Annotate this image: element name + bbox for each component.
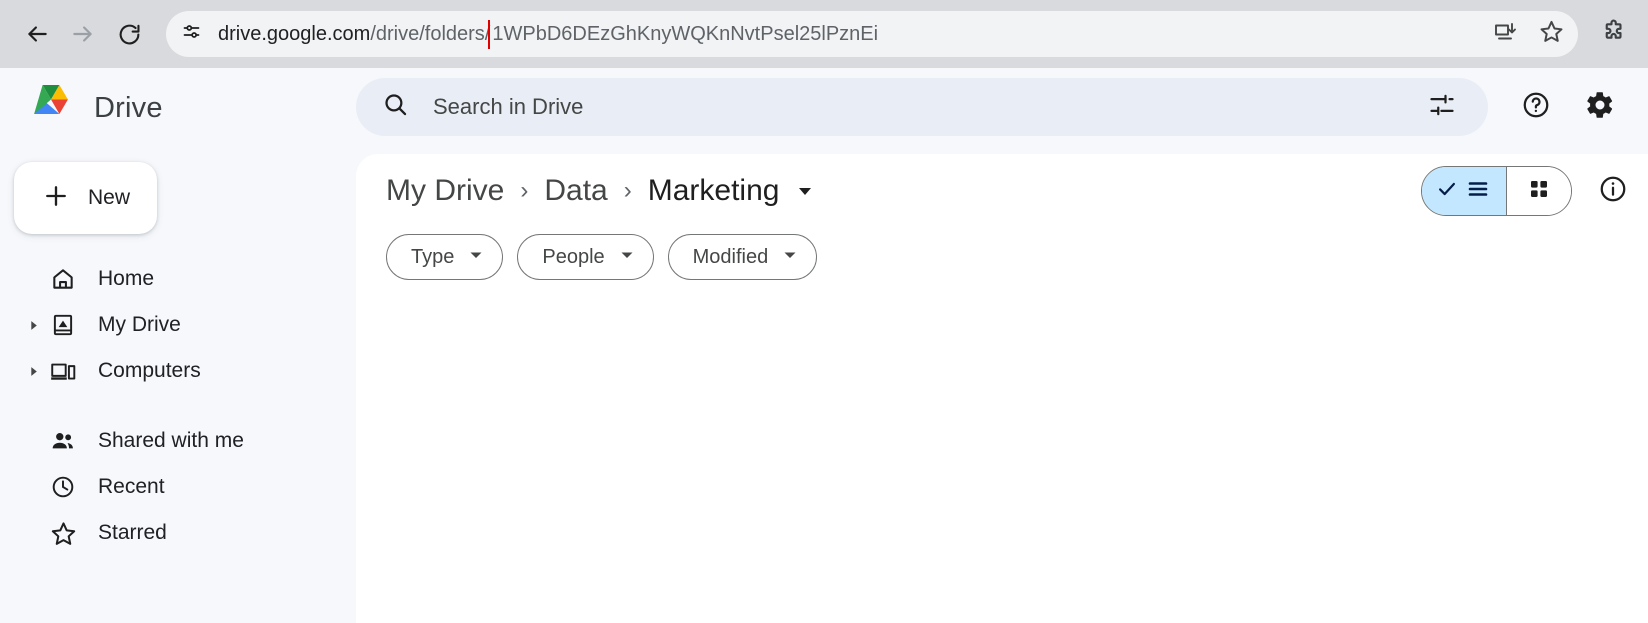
header-actions [1510,81,1626,133]
address-bar[interactable]: drive.google.com/drive/folders/1WPbD6DEz… [166,11,1578,57]
url-path: /drive/folders/ [370,22,491,45]
breadcrumb-item-data[interactable]: Data [544,174,607,208]
filter-chip-label: People [542,245,605,268]
gear-icon [1585,90,1615,125]
caret-down-icon[interactable] [795,181,815,201]
home-icon [46,266,80,292]
clock-icon [46,474,80,500]
filter-chip-label: Type [411,245,455,268]
help-button[interactable] [1510,81,1562,133]
search-icon [382,91,409,123]
site-info-button[interactable] [174,17,208,51]
people-icon [46,428,80,454]
sidebar: Drive New Home My Drive Computers Shared… [0,68,356,623]
star-icon [1539,19,1564,49]
star-outline-icon [46,520,80,547]
search-options-button[interactable] [1416,81,1468,133]
install-app-button[interactable] [1488,17,1522,51]
filter-chips: Type People Modified [356,234,1648,280]
sidebar-item-label: Starred [98,521,167,544]
sidebar-item-shared-with-me[interactable]: Shared with me [0,418,356,464]
content-panel: My Drive › Data › Marketing Type People … [356,154,1648,623]
install-app-icon [1493,20,1517,49]
view-toggle [1421,166,1572,216]
arrow-left-icon [24,21,50,47]
info-circle-icon [1598,174,1628,209]
help-circle-icon [1521,90,1551,125]
url-folder-id-highlighted: 1WPbD6DEzGhKnyWQKnNvtPsel25lPznEi [488,19,880,49]
grid-view-icon [1527,177,1551,206]
site-settings-icon [181,21,202,47]
caret-down-icon [619,247,635,268]
new-button[interactable]: New [14,162,157,234]
sidebar-item-my-drive[interactable]: My Drive [0,302,356,348]
breadcrumb-separator: › [520,177,529,204]
sidebar-item-home[interactable]: Home [0,256,356,302]
sidebar-item-starred[interactable]: Starred [0,510,356,556]
forward-button[interactable] [60,11,106,57]
sidebar-nav: Home My Drive Computers Shared with me R… [0,256,356,556]
sidebar-item-recent[interactable]: Recent [0,464,356,510]
google-drive-logo [26,83,76,133]
breadcrumb-item-marketing[interactable]: Marketing [648,174,780,208]
filter-chip-type[interactable]: Type [386,234,504,280]
back-button[interactable] [14,11,60,57]
bookmark-button[interactable] [1534,17,1568,51]
sidebar-item-label: Recent [98,475,165,498]
tune-filter-icon [1428,91,1456,124]
breadcrumb-item-my-drive[interactable]: My Drive [386,174,504,208]
sidebar-item-computers[interactable]: Computers [0,348,356,394]
details-button[interactable] [1590,168,1636,214]
puzzle-piece-icon [1600,18,1627,50]
sidebar-item-label: Shared with me [98,429,244,452]
check-icon [1436,178,1458,205]
sidebar-item-label: My Drive [98,313,181,336]
sidebar-divider-gap [0,394,356,418]
filter-chip-people[interactable]: People [517,234,654,280]
expand-computers-icon[interactable] [22,366,44,377]
grid-view-button[interactable] [1507,167,1571,215]
url-domain: drive.google.com [218,22,371,45]
list-view-button[interactable] [1422,167,1506,215]
sidebar-item-label: Computers [98,359,201,382]
plus-icon [42,182,70,215]
my-drive-icon [46,312,80,338]
drive-app: Drive New Home My Drive Computers Shared… [0,68,1648,623]
breadcrumb-separator: › [623,177,632,204]
list-view-icon [1466,178,1490,205]
reload-icon [117,22,142,47]
filter-chip-modified[interactable]: Modified [667,234,818,280]
expand-my-drive-icon[interactable] [22,320,44,331]
new-button-label: New [88,186,131,209]
breadcrumb: My Drive › Data › Marketing [356,154,1648,228]
extensions-button[interactable] [1592,13,1634,55]
brand-label: Drive [94,91,163,124]
browser-toolbar: drive.google.com/drive/folders/1WPbD6DEz… [0,0,1648,68]
arrow-right-icon [70,21,96,47]
search-placeholder: Search in Drive [433,94,584,119]
url-text[interactable]: drive.google.com/drive/folders/1WPbD6DEz… [218,19,880,49]
main-area: Search in Drive My Drive › Data › Market… [356,68,1648,623]
filter-chip-label: Modified [692,245,769,268]
sidebar-item-label: Home [98,267,155,290]
drive-brand[interactable]: Drive [0,68,356,148]
omnibox-actions [1488,11,1568,57]
computers-icon [46,358,80,384]
reload-button[interactable] [106,11,152,57]
search-input[interactable]: Search in Drive [356,78,1488,136]
search-row: Search in Drive [356,68,1648,146]
caret-down-icon [782,247,798,268]
settings-button[interactable] [1574,81,1626,133]
caret-down-icon [468,247,484,268]
